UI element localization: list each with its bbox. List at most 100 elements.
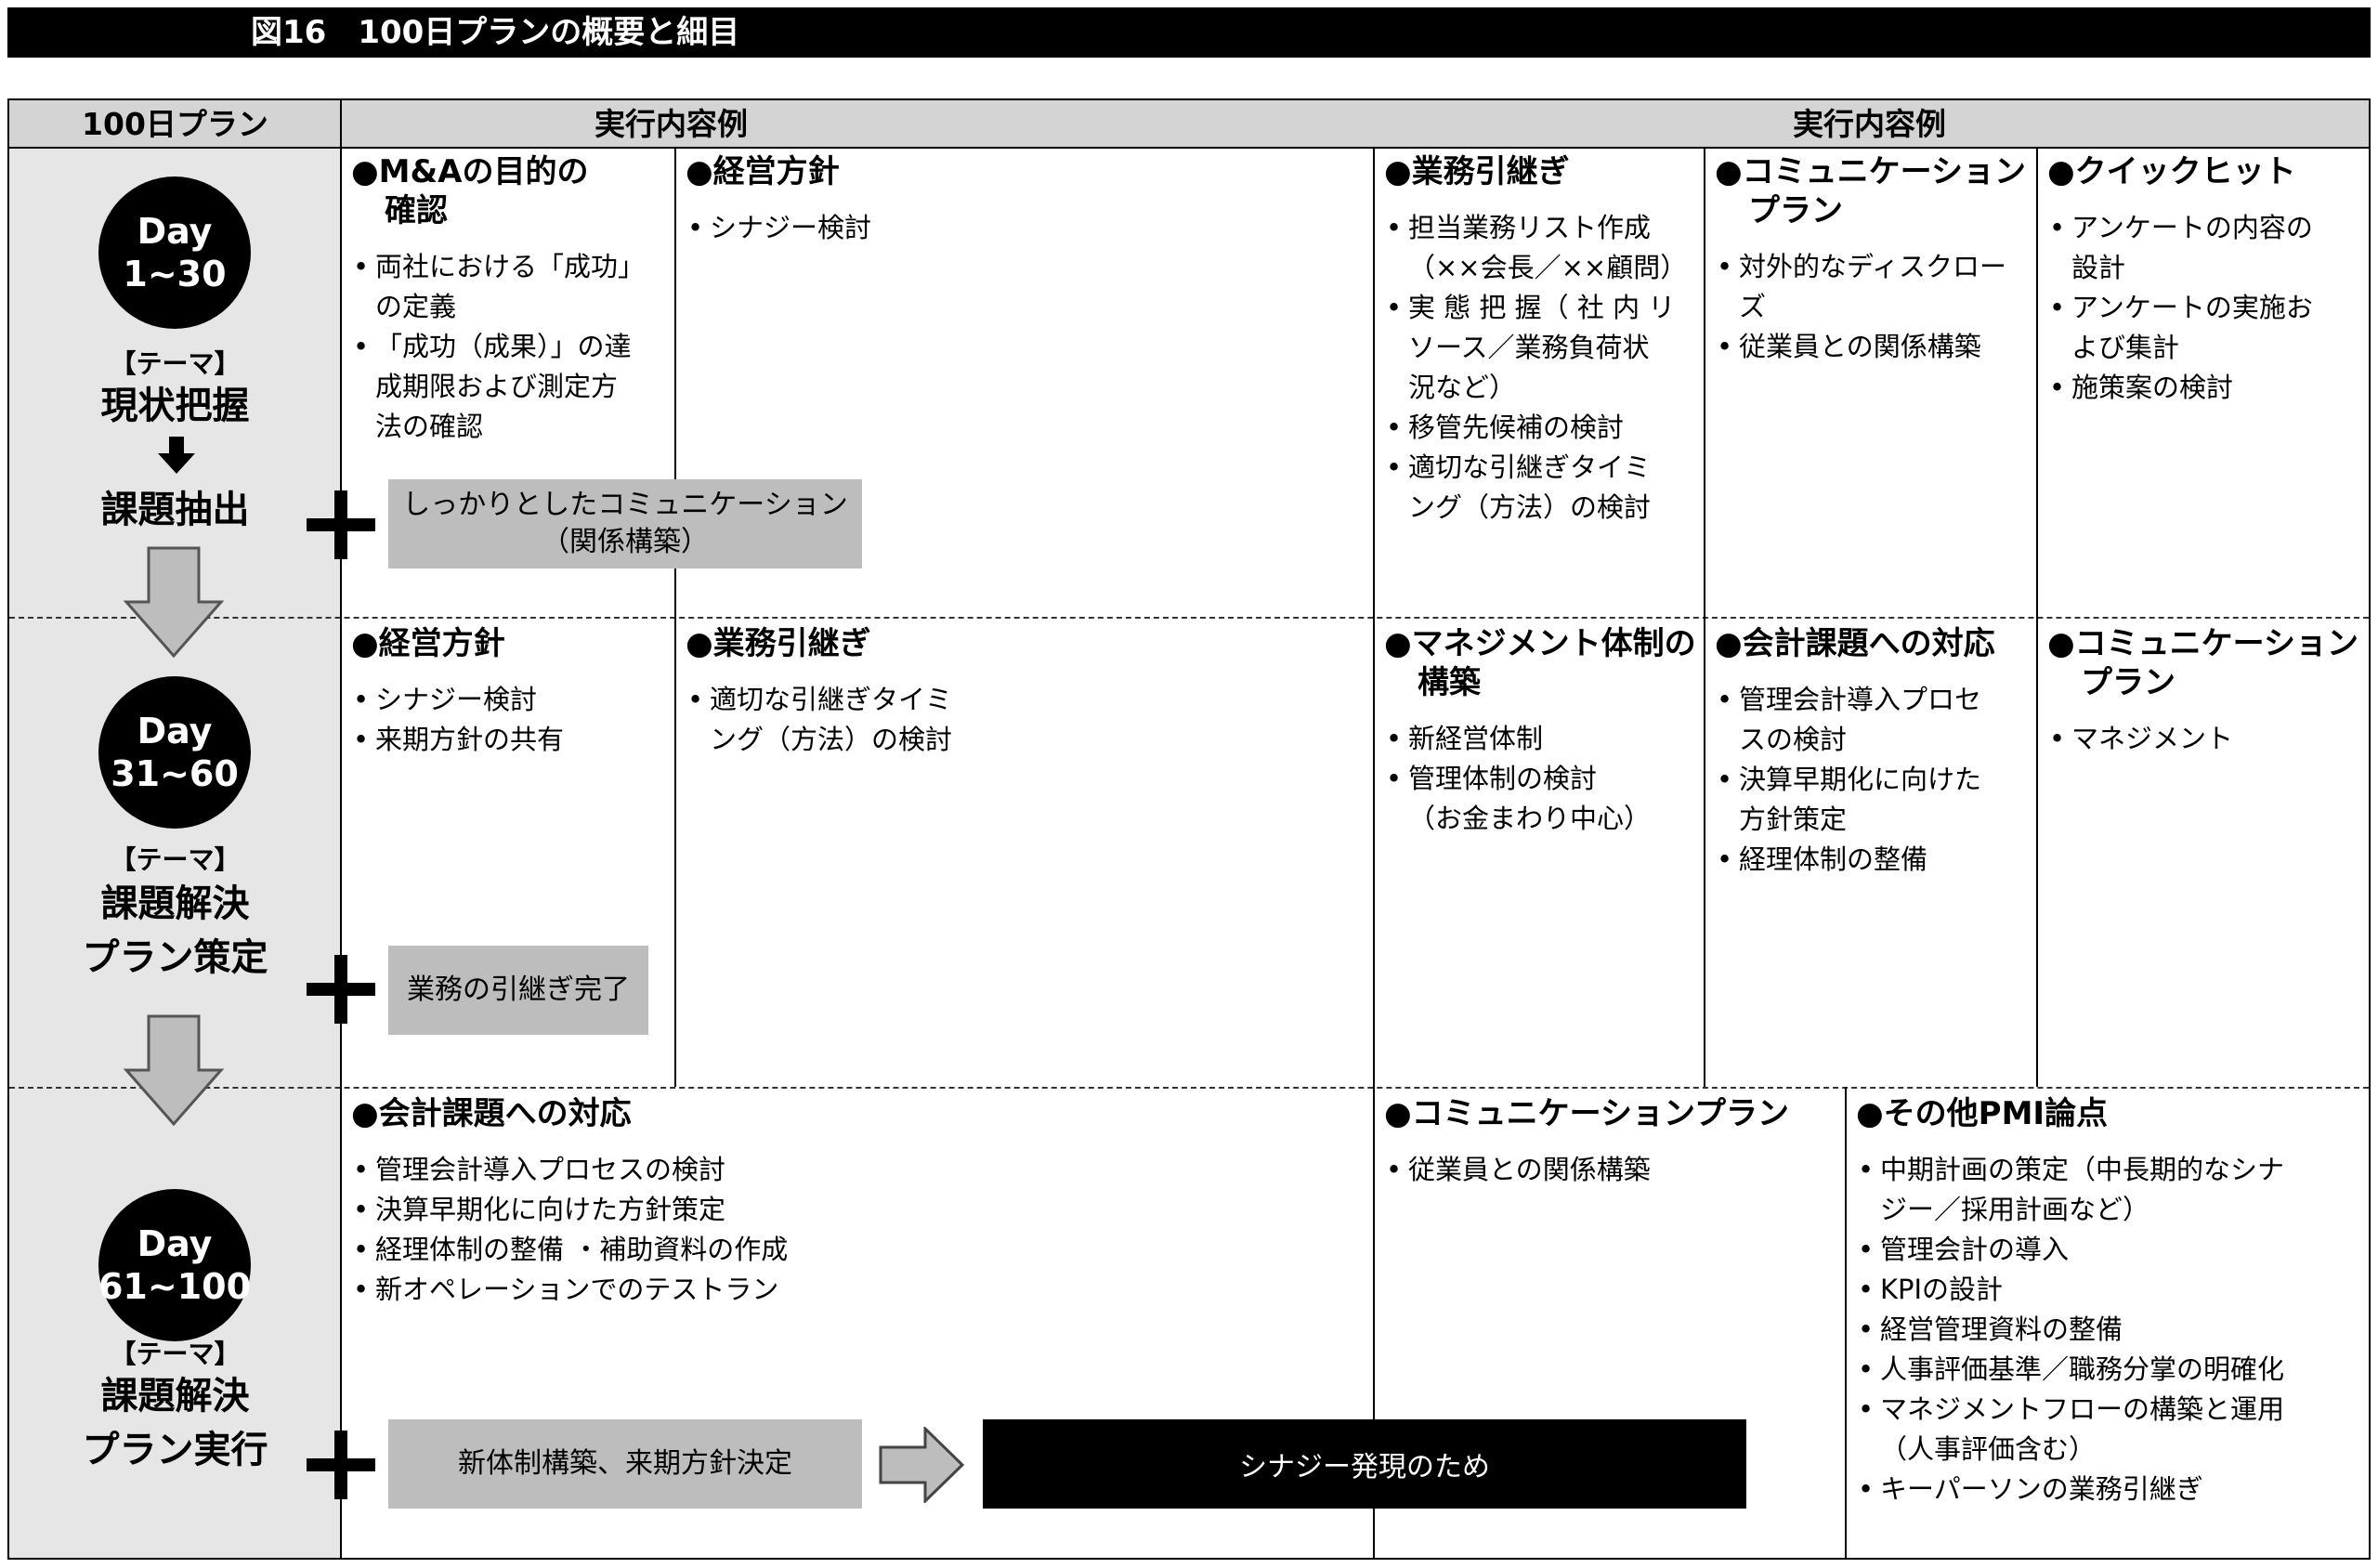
- theme-line2: プラン実行: [82, 1429, 268, 1471]
- cell-title-line: ●マネジメント体制の: [1384, 625, 1696, 662]
- cell-title-line: プラン: [2081, 664, 2175, 701]
- item-text: 適切な引継ぎタイミ: [710, 684, 953, 715]
- item-text: 担当業務リスト作成: [1408, 212, 1652, 243]
- phase-arrow-icon: [123, 546, 225, 660]
- list-item: 移管先候補の検討: [1384, 408, 1700, 448]
- item-list: 中期計画の策定（中長期的なシナジー／採用計画など） 管理会計の導入 KPIの設計…: [1856, 1150, 2365, 1509]
- list-item: 決算早期化に向けた方針策定: [351, 1190, 1364, 1230]
- list-item: 新経営体制: [1384, 719, 1700, 759]
- cell-title: ●会計課題への対応: [351, 1095, 632, 1132]
- list-item: 「成功（成果）」の達成期限および測定方法の確認: [351, 327, 667, 447]
- item-text: 経営管理資料の整備: [1880, 1313, 2123, 1345]
- day-badge-2: Day 31~60: [98, 676, 251, 829]
- list-item: マネジメントフローの構築と運用 （人事評価含む）: [1856, 1390, 2365, 1470]
- list-item: アンケートの実施および集計: [2047, 288, 2363, 368]
- day-label: Day: [137, 211, 213, 252]
- list-item: アンケートの内容の設計: [2047, 208, 2363, 288]
- cell-title: ●コミュニケーション プラン: [1715, 152, 2031, 230]
- list-item: 従業員との関係構築: [1715, 327, 2031, 367]
- table-border-bottom: [9, 1558, 2369, 1560]
- item-text: 施策案の検討: [2071, 372, 2234, 403]
- item-list: 適切な引継ぎタイミング（方法）の検討: [686, 680, 1354, 760]
- theme-line2: 課題抽出: [100, 489, 250, 531]
- item-text: 移管先候補の検討: [1408, 412, 1625, 443]
- day-range: 61~100: [98, 1266, 252, 1307]
- summary-line: しっかりとしたコミュニケーション: [402, 489, 848, 521]
- day-range: 1~30: [123, 254, 227, 294]
- item-text: 従業員との関係構築: [1739, 331, 1981, 362]
- cell-r2-c2: ●業務引継ぎ 適切な引継ぎタイミング（方法）の検討: [686, 624, 1354, 760]
- list-item: 担当業務リスト作成 （××会長／××顧問）: [1384, 208, 1700, 288]
- list-item: キーパーソンの業務引継ぎ: [1856, 1470, 2365, 1509]
- item-list: マネジメント: [2047, 719, 2363, 759]
- table-border-top: [9, 98, 2369, 100]
- theme-tag: 【テーマ】: [110, 1339, 241, 1369]
- table-border-right: [2369, 98, 2371, 1560]
- item-text: 方針策定: [1739, 804, 1848, 835]
- cell-r2-c4: ●会計課題への対応 管理会計導入プロセスの検討 決算早期化に向けた方針策定 経理…: [1715, 624, 2031, 880]
- item-text: 適切な引継ぎタイミ: [1408, 451, 1652, 483]
- day-badge-1: Day 1~30: [98, 176, 251, 329]
- item-text: ジー／採用計画など）: [1880, 1194, 2150, 1225]
- col-divider: [674, 149, 676, 1087]
- item-list: 担当業務リスト作成 （××会長／××顧問） 実 態 把 握（ 社 内 リソース／業…: [1384, 208, 1700, 528]
- item-text: 「成功（成果）」の達: [375, 331, 632, 362]
- cell-title: ●経営方針: [351, 625, 505, 662]
- row-divider-1: [9, 617, 2369, 619]
- cell-r1-c1: ●M&Aの目的の 確認 両社における「成功」の定義 「成功（成果）」の達成期限お…: [351, 152, 667, 447]
- item-text: （お金まわり中心）: [1408, 803, 1652, 834]
- item-text: 経理体制の整備: [1739, 843, 1928, 875]
- item-text: 経理体制の整備 ・補助資料の作成: [375, 1234, 789, 1265]
- cell-title: ●会計課題への対応: [1715, 625, 1995, 662]
- cell-r2-c5: ●コミュニケーション プラン マネジメント: [2047, 624, 2363, 759]
- item-text: 管理会計導入プロセスの検討: [375, 1154, 726, 1185]
- header-divider: [9, 147, 2369, 149]
- right-arrow-icon: [879, 1427, 966, 1503]
- summary-box-2: 業務の引継ぎ完了: [388, 946, 648, 1035]
- theme-line2: プラン策定: [82, 936, 268, 979]
- item-text: 設計: [2071, 252, 2126, 283]
- list-item: 従業員との関係構築: [1384, 1150, 1839, 1190]
- cell-title-line: ●M&Aの目的の: [351, 153, 589, 190]
- item-text: アンケートの実施お: [2071, 292, 2313, 323]
- list-item: 来期方針の共有: [351, 720, 667, 760]
- list-item: 適切な引継ぎタイミング（方法）の検討: [1384, 448, 1700, 528]
- header-exec-1: 実行内容例: [594, 106, 748, 142]
- cell-title: ●経営方針: [686, 153, 840, 190]
- item-list: シナジー検討 来期方針の共有: [351, 680, 667, 760]
- summary-box-1: しっかりとしたコミュニケーション （関係構築）: [388, 479, 862, 568]
- item-text: 新経営体制: [1408, 723, 1544, 754]
- item-text: 人事評価基準／職務分掌の明確化: [1880, 1353, 2285, 1385]
- day-label: Day: [137, 711, 213, 751]
- summary-line: （関係構築）: [542, 526, 709, 558]
- cell-r3-c1: ●会計課題への対応 管理会計導入プロセスの検討 決算早期化に向けた方針策定 経理…: [351, 1094, 1364, 1310]
- cell-title-line: ●コミュニケーション: [1715, 153, 2026, 190]
- list-item: 人事評価基準／職務分掌の明確化: [1856, 1350, 2365, 1390]
- item-list: シナジー検討: [686, 208, 1354, 248]
- synergy-box: シナジー発現のため: [983, 1419, 1746, 1509]
- theme-tag: 【テーマ】: [110, 844, 241, 875]
- down-arrow-icon: [158, 437, 195, 479]
- figure-title: 図16 100日プランの概要と細目: [251, 14, 740, 51]
- item-text: の定義: [375, 291, 457, 322]
- list-item: 経理体制の整備 ・補助資料の作成: [351, 1230, 1364, 1270]
- day-range: 31~60: [111, 753, 239, 794]
- item-text: 況など）: [1408, 372, 1517, 403]
- cell-title-line: 確認: [385, 192, 448, 229]
- item-list: 管理会計導入プロセスの検討 決算早期化に向けた方針策定 経理体制の整備 ・補助資…: [351, 1150, 1364, 1310]
- item-text: よび集計: [2071, 332, 2180, 363]
- table-header: [9, 100, 2369, 149]
- item-text: マネジメントフローの構築と運用: [1880, 1393, 2285, 1425]
- header-exec-2: 実行内容例: [1793, 106, 1946, 142]
- item-text: 中期計画の策定（中長期的なシナ: [1880, 1154, 2285, 1185]
- summary-line: 新体制構築、来期方針決定: [458, 1447, 792, 1480]
- list-item: 管理会計導入プロセスの検討: [351, 1150, 1364, 1190]
- theme-line1: 課題解決: [100, 1375, 250, 1418]
- cell-r2-c3: ●マネジメント体制の 構築 新経営体制 管理体制の検討 （お金まわり中心）: [1384, 624, 1700, 839]
- plus-icon: [307, 1431, 375, 1503]
- cell-title: ●コミュニケーションプラン: [1384, 1095, 1789, 1132]
- item-text: ソース／業務負荷状: [1408, 332, 1650, 363]
- summary-box-3: 新体制構築、来期方針決定: [388, 1419, 862, 1509]
- list-item: 実 態 把 握（ 社 内 リソース／業務負荷状況など）: [1384, 288, 1700, 408]
- col-divider: [1845, 1087, 1847, 1559]
